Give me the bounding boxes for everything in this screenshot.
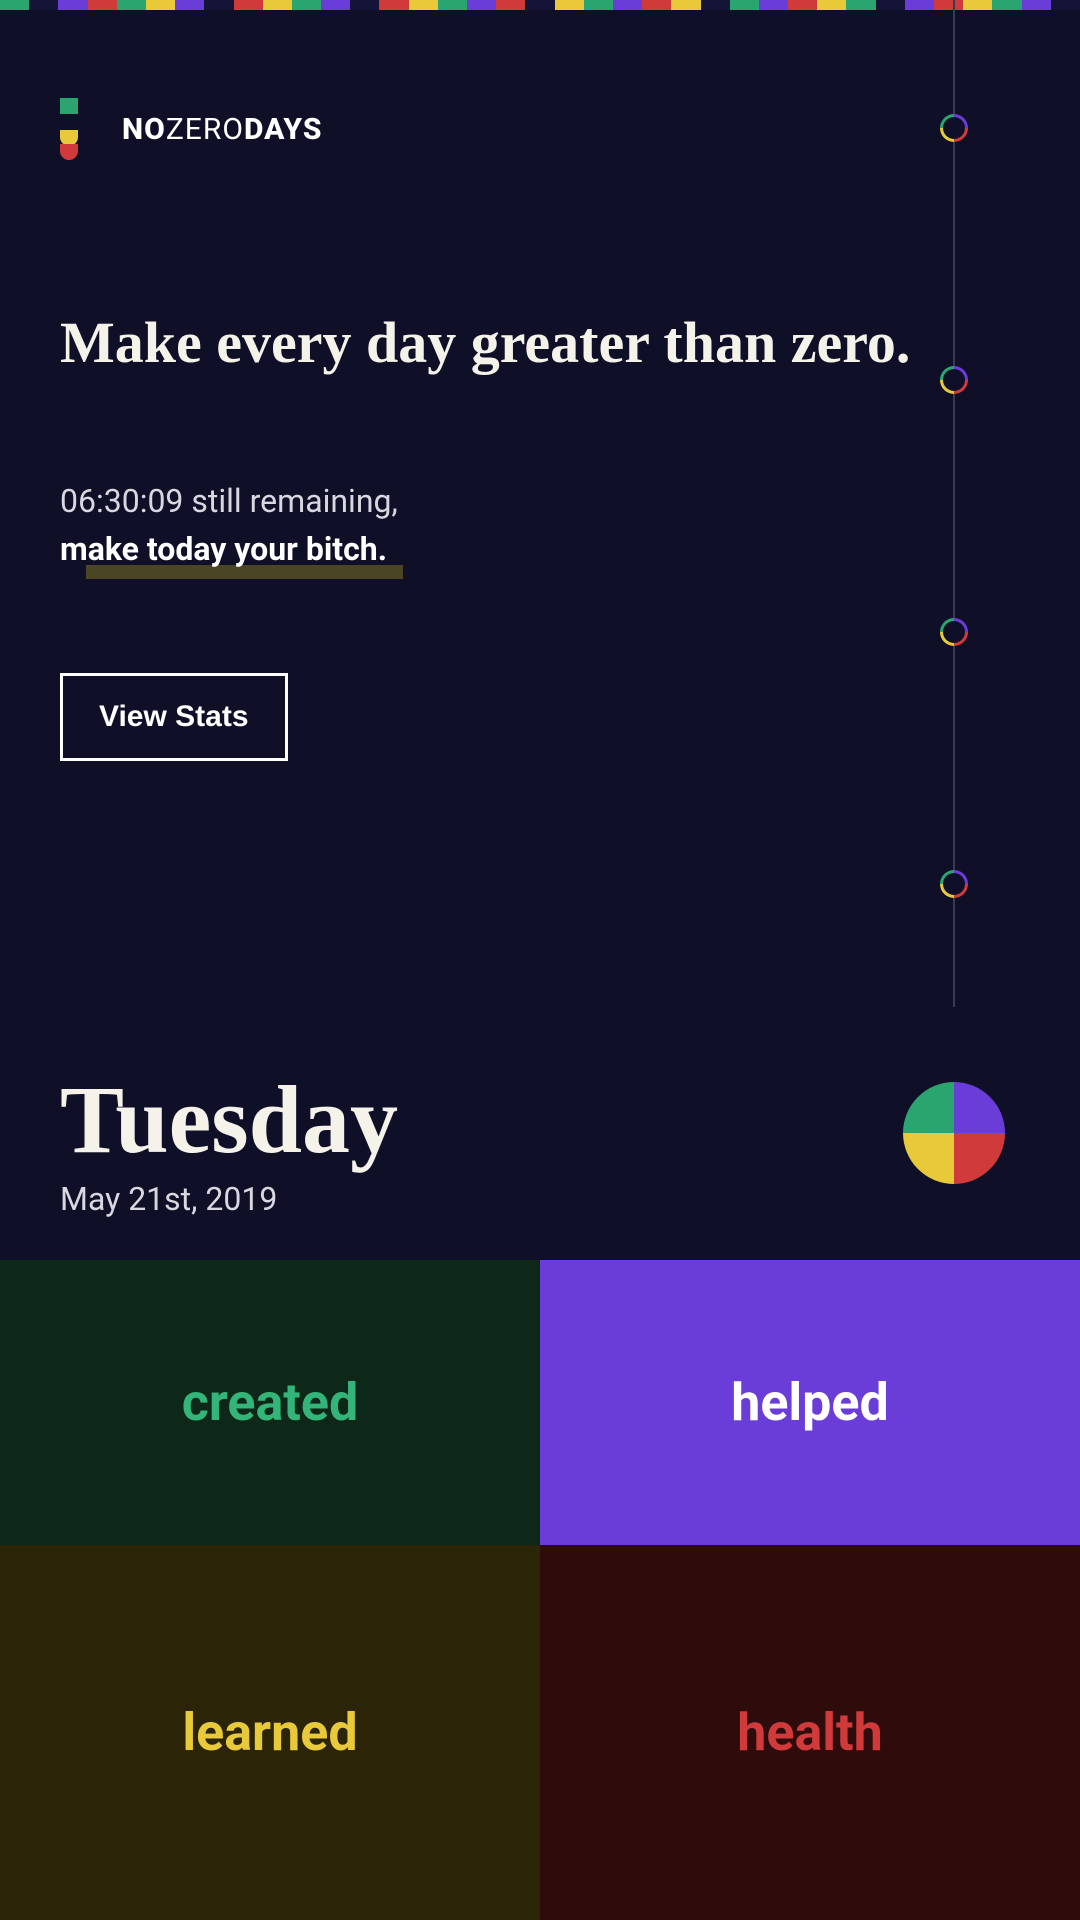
countdown-suffix: still remaining,: [183, 482, 397, 520]
logo-segment-no: NO: [122, 112, 166, 147]
category-tile-health[interactable]: health: [540, 1545, 1080, 1920]
app-logo[interactable]: NOZERODAYS: [60, 98, 1020, 160]
category-label: learned: [182, 1702, 357, 1763]
category-label: helped: [731, 1372, 889, 1433]
hero-headline: Make every day greater than zero.: [60, 310, 1020, 377]
category-grid: created helped learned health: [0, 1260, 1080, 1920]
current-day-name: Tuesday: [60, 1072, 398, 1168]
logo-mark-icon: [60, 98, 78, 160]
category-tile-helped[interactable]: helped: [540, 1260, 1080, 1545]
countdown-emphasis: make today your bitch.: [60, 525, 387, 573]
countdown-text: 06:30:09 still remaining, make today you…: [60, 477, 1020, 573]
logo-text: NOZERODAYS: [122, 112, 322, 147]
category-tile-learned[interactable]: learned: [0, 1545, 540, 1920]
logo-segment-days: DAYS: [244, 112, 322, 147]
timeline-dot-icon[interactable]: [940, 870, 968, 898]
logo-segment-zero: ZERO: [166, 112, 244, 147]
category-tile-created[interactable]: created: [0, 1260, 540, 1545]
current-date: May 21st, 2019: [60, 1180, 398, 1218]
category-label: created: [182, 1372, 359, 1433]
today-progress-circle-icon[interactable]: [903, 1082, 1005, 1184]
countdown-time: 06:30:09: [60, 482, 183, 520]
view-stats-button[interactable]: View Stats: [60, 673, 288, 761]
category-label: health: [737, 1702, 883, 1763]
